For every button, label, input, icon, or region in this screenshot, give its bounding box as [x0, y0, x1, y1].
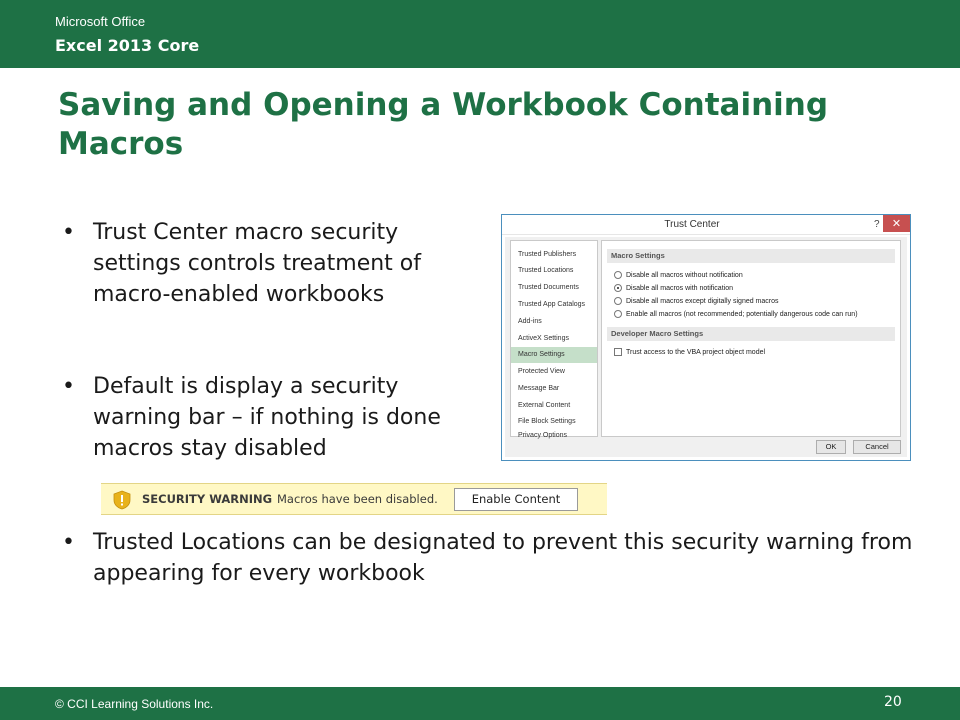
macro-option-label: Disable all macros with notification [626, 285, 733, 292]
cancel-button[interactable]: Cancel [853, 440, 901, 454]
bullet-marker: • [62, 220, 75, 245]
radio-button[interactable] [614, 297, 622, 305]
nav-item-add-ins[interactable]: Add-ins [511, 314, 597, 330]
nav-item-trusted-publishers[interactable]: Trusted Publishers [511, 247, 597, 263]
footer-band: © CCI Learning Solutions Inc. 20 [0, 687, 960, 720]
enable-content-button[interactable]: Enable Content [454, 488, 578, 511]
nav-item-macro-settings[interactable]: Macro Settings [511, 347, 597, 363]
header-product: Microsoft Office [55, 14, 146, 29]
bullet-text: Trust Center macro security settings con… [93, 220, 422, 307]
nav-item-file-block-settings[interactable]: File Block Settings [511, 414, 597, 430]
ok-button[interactable]: OK [816, 440, 846, 454]
checkbox[interactable] [614, 348, 622, 356]
warning-shield-icon [113, 490, 131, 510]
bullet-text: Trusted Locations can be designated to p… [93, 530, 913, 586]
bullet-marker: • [62, 374, 75, 399]
radio-button-selected[interactable] [614, 284, 622, 292]
nav-item-trusted-documents[interactable]: Trusted Documents [511, 280, 597, 296]
help-icon[interactable]: ? [874, 219, 880, 230]
bullet-text: Default is display a security warning ba… [93, 374, 441, 461]
security-warning-message: Macros have been disabled. [277, 492, 438, 506]
macro-option-label: Disable all macros except digitally sign… [626, 298, 779, 305]
macro-option-selected[interactable]: Disable all macros with notification [614, 283, 733, 294]
dialog-title: Trust Center [664, 219, 720, 230]
slide-title: Saving and Opening a Workbook Containing… [58, 87, 829, 162]
macro-option-label: Enable all macros (not recommended; pote… [626, 311, 858, 318]
macro-option[interactable]: Enable all macros (not recommended; pote… [614, 309, 858, 320]
nav-item-privacy-options[interactable]: Privacy Options [511, 430, 597, 441]
trust-center-nav: Trusted Publishers Trusted Locations Tru… [510, 240, 598, 439]
header-band: Microsoft Office Excel 2013 Core [0, 0, 960, 68]
macro-settings-heading: Macro Settings [607, 249, 895, 263]
header-course: Excel 2013 Core [55, 36, 200, 55]
page-number: 20 [884, 694, 902, 710]
radio-button[interactable] [614, 310, 622, 318]
macro-settings-panel: Macro Settings Disable all macros withou… [601, 240, 901, 437]
footer-copyright: © CCI Learning Solutions Inc. [55, 697, 214, 711]
nav-item-trusted-locations[interactable]: Trusted Locations [511, 263, 597, 279]
nav-item-protected-view[interactable]: Protected View [511, 364, 597, 380]
security-warning-label: SECURITY WARNING [142, 492, 273, 506]
nav-item-message-bar[interactable]: Message Bar [511, 381, 597, 397]
radio-button[interactable] [614, 271, 622, 279]
macro-option[interactable]: Disable all macros without notification [614, 270, 743, 281]
vba-trust-option[interactable]: Trust access to the VBA project object m… [614, 347, 766, 358]
bullet-marker: • [62, 530, 75, 555]
macro-option-label: Disable all macros without notification [626, 272, 743, 279]
developer-settings-heading: Developer Macro Settings [607, 327, 895, 341]
macro-option[interactable]: Disable all macros except digitally sign… [614, 296, 779, 307]
close-icon[interactable]: ✕ [883, 215, 910, 232]
nav-item-trusted-app-catalogs[interactable]: Trusted App Catalogs [511, 297, 597, 313]
dialog-titlebar: Trust Center ? ✕ [502, 215, 910, 235]
dialog-body: Trusted Publishers Trusted Locations Tru… [505, 237, 907, 457]
trust-center-dialog: Trust Center ? ✕ Trusted Publishers Trus… [501, 214, 911, 461]
vba-trust-label: Trust access to the VBA project object m… [626, 349, 766, 356]
nav-item-external-content[interactable]: External Content [511, 398, 597, 414]
nav-item-activex-settings[interactable]: ActiveX Settings [511, 331, 597, 347]
security-warning-bar: SECURITY WARNING Macros have been disabl… [101, 483, 607, 515]
